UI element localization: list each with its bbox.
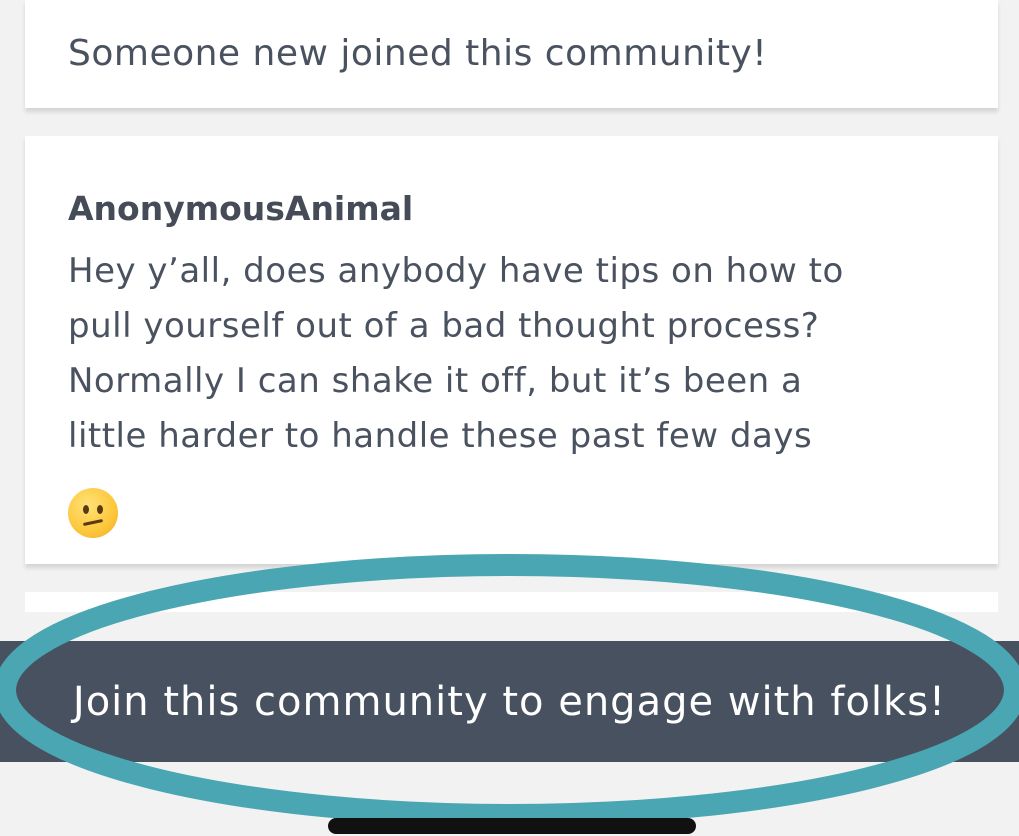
post-author[interactable]: AnonymousAnimal [68, 188, 413, 230]
join-community-button[interactable]: Join this community to engage with folks… [0, 641, 1019, 762]
next-post-card[interactable] [25, 592, 998, 612]
post-body-line: pull yourself out of a bad thought proce… [68, 306, 820, 346]
home-indicator[interactable] [328, 818, 696, 834]
emoji-mouth [82, 518, 104, 527]
post-body-line: Normally I can shake it off, but it’s be… [68, 361, 803, 401]
confused-face-icon [68, 488, 118, 538]
post-body-line: Hey y’all, does anybody have tips on how… [68, 251, 844, 291]
post-body: Hey y’all, does anybody have tips on how… [68, 244, 968, 464]
activity-card: Someone new joined this community! [25, 0, 998, 108]
emoji-eye [83, 505, 89, 514]
activity-text: Someone new joined this community! [68, 33, 768, 74]
post-body-line: little harder to handle these past few d… [68, 416, 813, 456]
emoji-eye [97, 505, 103, 514]
join-community-label: Join this community to engage with folks… [72, 679, 947, 725]
post-card[interactable]: AnonymousAnimal Hey y’all, does anybody … [25, 136, 998, 564]
